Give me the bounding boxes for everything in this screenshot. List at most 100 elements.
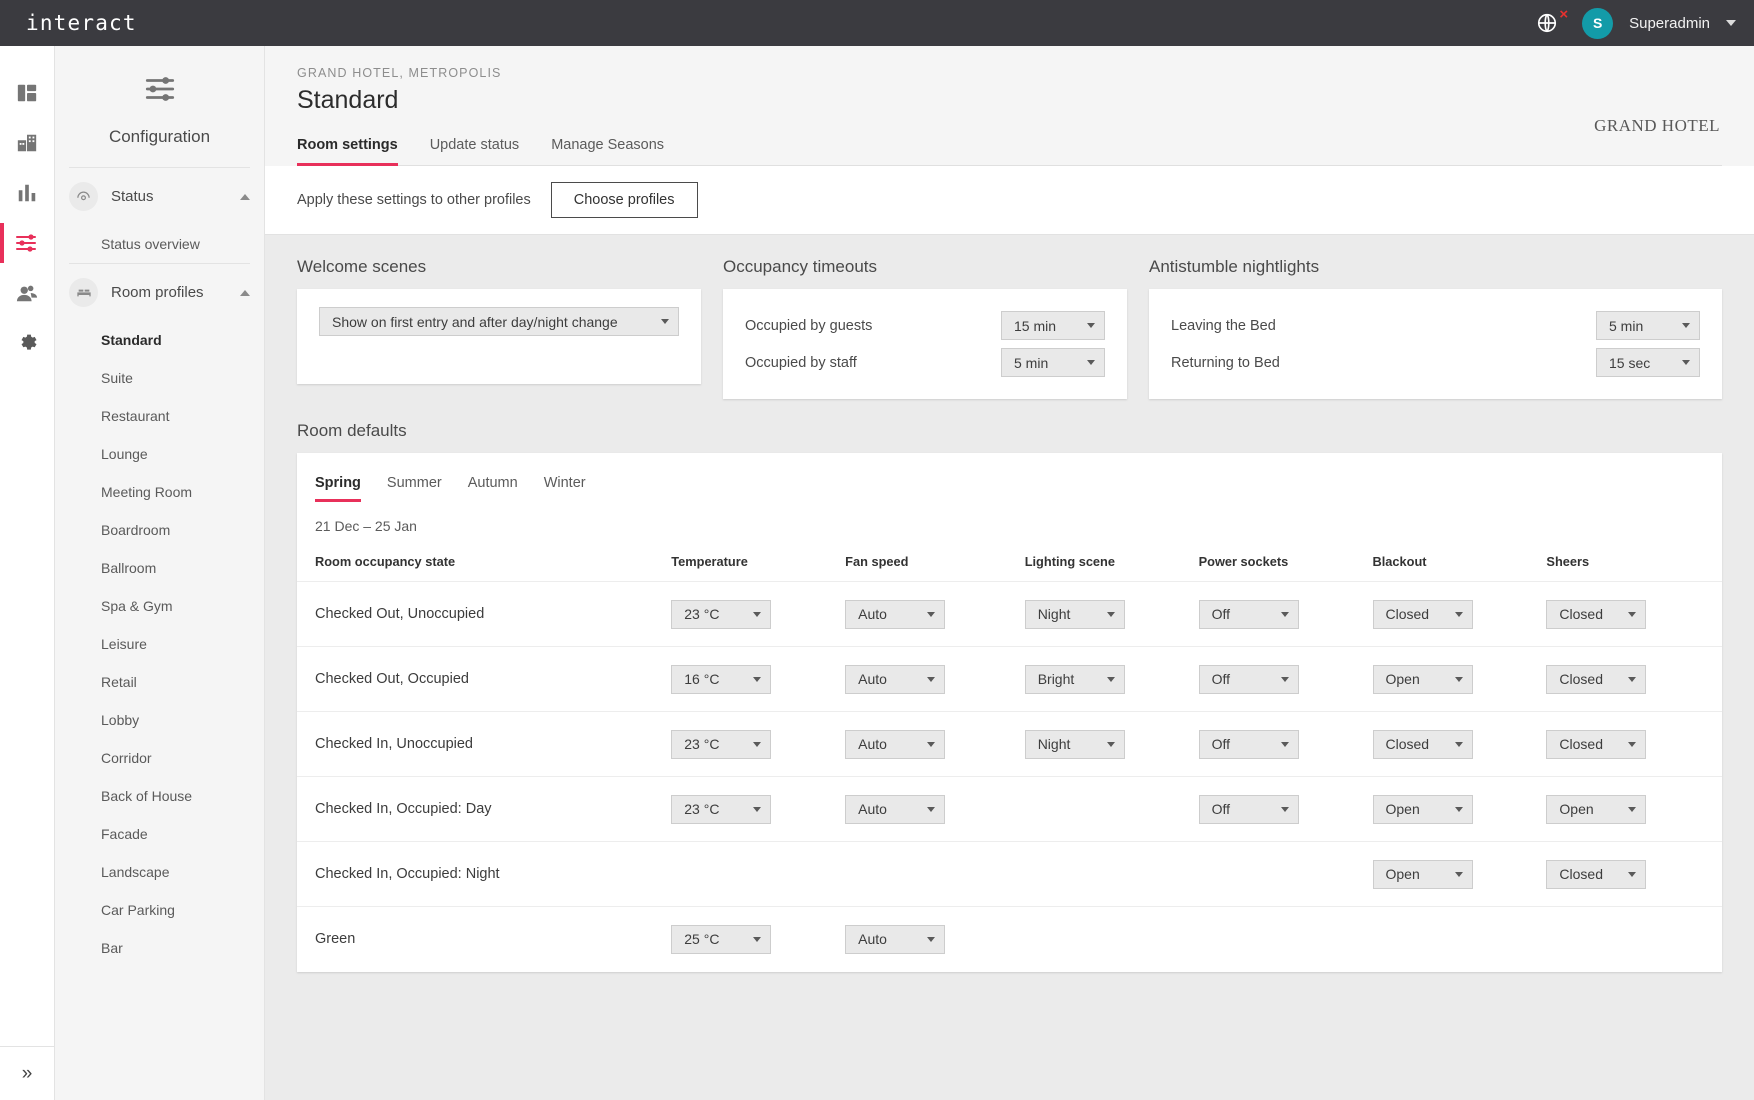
sidebar-item-suite[interactable]: Suite — [55, 359, 264, 397]
sidebar-item-lobby[interactable]: Lobby — [55, 701, 264, 739]
sidebar-item-meeting-room[interactable]: Meeting Room — [55, 473, 264, 511]
sidebar-item-car-parking[interactable]: Car Parking — [55, 891, 264, 929]
tab-autumn[interactable]: Autumn — [468, 475, 518, 502]
rail-item-users[interactable] — [0, 268, 55, 318]
tab-update-status[interactable]: Update status — [430, 137, 519, 166]
lighting-scene-select[interactable]: Bright — [1025, 665, 1125, 694]
hotel-logo: GRAND HOTEL — [1594, 116, 1720, 136]
blackout-cell: Open — [1369, 842, 1543, 907]
sheers-value: Open — [1559, 801, 1593, 817]
temperature-cell: 23 °C — [667, 777, 841, 842]
blackout-select[interactable]: Open — [1373, 665, 1473, 694]
rail-item-settings[interactable] — [0, 318, 55, 368]
power-sockets-select[interactable]: Off — [1199, 795, 1299, 824]
power-sockets-select[interactable]: Off — [1199, 665, 1299, 694]
fan-speed-select[interactable]: Auto — [845, 665, 945, 694]
temperature-select[interactable]: 23 °C — [671, 600, 771, 629]
blackout-select[interactable]: Closed — [1373, 600, 1473, 629]
sidebar-item-back-of-house[interactable]: Back of House — [55, 777, 264, 815]
sidebar-item-ballroom[interactable]: Ballroom — [55, 549, 264, 587]
fan-speed-select[interactable]: Auto — [845, 795, 945, 824]
avatar[interactable]: S — [1582, 8, 1613, 39]
table-row: Green25 °CAuto — [297, 907, 1722, 972]
sidebar-item-lounge[interactable]: Lounge — [55, 435, 264, 473]
power-sockets-select[interactable]: Off — [1199, 730, 1299, 759]
leaving-bed-select[interactable]: 5 min — [1596, 311, 1700, 340]
chevron-down-icon — [1628, 677, 1636, 682]
nav-group-room-profiles[interactable]: Room profiles — [55, 264, 264, 321]
occupancy-timeouts-section: Occupancy timeouts Occupied by guests 15… — [723, 257, 1127, 399]
power-sockets-cell: Off — [1195, 647, 1369, 712]
chevron-down-icon[interactable] — [1726, 20, 1736, 26]
occupied-by-staff-select[interactable]: 5 min — [1001, 348, 1105, 377]
sheers-select[interactable]: Closed — [1546, 860, 1646, 889]
chevron-up-icon[interactable] — [240, 290, 250, 296]
choose-profiles-button[interactable]: Choose profiles — [551, 182, 698, 218]
tab-summer[interactable]: Summer — [387, 475, 442, 502]
chevron-down-icon — [927, 742, 935, 747]
fan-speed-select[interactable]: Auto — [845, 600, 945, 629]
globe-icon[interactable]: × — [1536, 8, 1566, 38]
welcome-scene-select[interactable]: Show on first entry and after day/night … — [319, 307, 679, 336]
power-sockets-select[interactable]: Off — [1199, 600, 1299, 629]
rail-item-buildings[interactable] — [0, 118, 55, 168]
sheers-select[interactable]: Closed — [1546, 600, 1646, 629]
sheers-select[interactable]: Open — [1546, 795, 1646, 824]
blackout-select[interactable]: Open — [1373, 795, 1473, 824]
fan-speed-select[interactable]: Auto — [845, 925, 945, 954]
chevron-down-icon — [1455, 612, 1463, 617]
sidebar-item-restaurant[interactable]: Restaurant — [55, 397, 264, 435]
sheers-select[interactable]: Closed — [1546, 665, 1646, 694]
fan-speed-value: Auto — [858, 801, 887, 817]
blackout-cell: Closed — [1369, 712, 1543, 777]
temperature-select[interactable]: 16 °C — [671, 665, 771, 694]
occupancy-state-cell: Checked Out, Unoccupied — [297, 582, 667, 647]
sidebar-item-boardroom[interactable]: Boardroom — [55, 511, 264, 549]
sidebar-item-landscape[interactable]: Landscape — [55, 853, 264, 891]
chevron-down-icon — [1107, 742, 1115, 747]
blackout-select[interactable]: Closed — [1373, 730, 1473, 759]
icon-rail: » — [0, 46, 55, 1100]
sidebar-item-corridor[interactable]: Corridor — [55, 739, 264, 777]
blackout-select[interactable]: Open — [1373, 860, 1473, 889]
tab-winter[interactable]: Winter — [544, 475, 586, 502]
sidebar-item-standard[interactable]: Standard — [55, 321, 264, 359]
returning-bed-select[interactable]: 15 sec — [1596, 348, 1700, 377]
chevron-up-icon[interactable] — [240, 194, 250, 200]
sidebar-item-spa-gym[interactable]: Spa & Gym — [55, 587, 264, 625]
rail-item-configuration[interactable] — [0, 218, 55, 268]
temperature-select[interactable]: 25 °C — [671, 925, 771, 954]
occupancy-state-label: Checked In, Unoccupied — [315, 736, 473, 752]
tab-room-settings[interactable]: Room settings — [297, 137, 398, 166]
blackout-cell: Open — [1369, 777, 1543, 842]
chevron-down-icon — [753, 742, 761, 747]
nav-group-status[interactable]: Status — [55, 168, 264, 225]
occupancy-timeouts-title: Occupancy timeouts — [723, 257, 1127, 277]
rail-item-reports[interactable] — [0, 168, 55, 218]
tab-spring[interactable]: Spring — [315, 475, 361, 502]
table-header-row: Room occupancy state Temperature Fan spe… — [297, 548, 1722, 582]
bed-icon — [69, 278, 98, 307]
sheers-select[interactable]: Closed — [1546, 730, 1646, 759]
chevron-down-icon — [1628, 872, 1636, 877]
sheers-cell: Closed — [1542, 647, 1722, 712]
returning-bed-value: 15 sec — [1609, 355, 1650, 371]
main-area: GRAND HOTEL, METROPOLIS Standard GRAND H… — [265, 46, 1754, 1100]
lighting-scene-select[interactable]: Night — [1025, 600, 1125, 629]
chevron-down-icon — [927, 612, 935, 617]
lighting-scene-cell: Night — [1021, 582, 1195, 647]
occupied-by-guests-select[interactable]: 15 min — [1001, 311, 1105, 340]
sidebar-item-status-overview[interactable]: Status overview — [55, 225, 264, 263]
sidebar-item-leisure[interactable]: Leisure — [55, 625, 264, 663]
lighting-scene-select[interactable]: Night — [1025, 730, 1125, 759]
rail-expand-button[interactable]: » — [0, 1046, 55, 1100]
sheers-cell: Open — [1542, 777, 1722, 842]
temperature-select[interactable]: 23 °C — [671, 795, 771, 824]
sidebar-item-retail[interactable]: Retail — [55, 663, 264, 701]
tab-manage-seasons[interactable]: Manage Seasons — [551, 137, 664, 166]
sidebar-item-bar[interactable]: Bar — [55, 929, 264, 967]
temperature-select[interactable]: 23 °C — [671, 730, 771, 759]
rail-item-dashboard[interactable] — [0, 68, 55, 118]
fan-speed-select[interactable]: Auto — [845, 730, 945, 759]
sidebar-item-facade[interactable]: Facade — [55, 815, 264, 853]
